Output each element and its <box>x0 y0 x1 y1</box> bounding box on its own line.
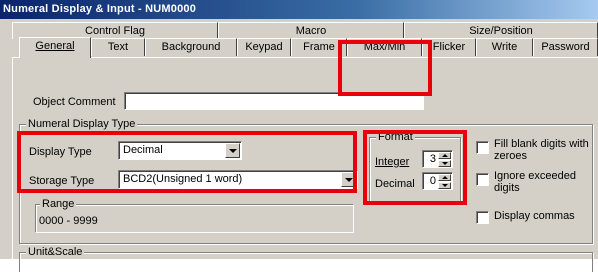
general-tab-page: Object Comment Numeral Display Type Disp… <box>12 57 598 272</box>
display-type-label: Display Type <box>29 146 92 158</box>
unit-scale-group: Unit&Scale <box>19 246 593 272</box>
tab-size-position[interactable]: Size/Position <box>404 22 598 39</box>
tab-write[interactable]: Write <box>476 38 533 56</box>
integer-stepper[interactable]: 3 <box>422 150 453 168</box>
decimal-stepper[interactable]: 0 <box>422 172 453 190</box>
integer-label: Integer <box>375 156 410 168</box>
object-comment-input[interactable] <box>124 92 424 110</box>
display-commas-label: Display commas <box>494 210 575 222</box>
spin-up-icon[interactable] <box>438 152 451 159</box>
object-comment-label: Object Comment <box>33 96 116 108</box>
tab-max-min[interactable]: Max/Min <box>347 38 422 56</box>
chevron-down-icon[interactable] <box>341 172 356 187</box>
range-value: 0000 - 9999 <box>39 215 98 227</box>
range-title: Range <box>40 198 77 210</box>
tab-general[interactable]: General <box>19 37 91 58</box>
fill-blank-label: Fill blank digits with zeroes <box>494 138 589 162</box>
tab-row-bottom: General Text Background Keypad Frame Max… <box>12 37 598 58</box>
tab-flicker[interactable]: Flicker <box>422 38 476 56</box>
spin-down-icon[interactable] <box>438 160 451 167</box>
chevron-down-icon[interactable] <box>225 143 240 158</box>
tab-password[interactable]: Password <box>533 38 598 56</box>
window-title: Numeral Display & Input - NUM0000 <box>0 0 598 19</box>
spin-down-icon[interactable] <box>438 182 451 189</box>
storage-type-label: Storage Type <box>29 175 95 187</box>
storage-type-select[interactable]: BCD2(Unsigned 1 word) <box>118 170 358 189</box>
fill-blank-checkbox[interactable] <box>476 141 489 154</box>
tab-text[interactable]: Text <box>91 38 145 56</box>
tab-macro[interactable]: Macro <box>218 22 404 39</box>
unit-scale-title: Unit&Scale <box>26 246 85 258</box>
format-group: Format <box>369 131 461 203</box>
tab-keypad[interactable]: Keypad <box>237 38 291 56</box>
tab-frame[interactable]: Frame <box>291 38 347 56</box>
tab-background[interactable]: Background <box>145 38 237 56</box>
display-type-select[interactable]: Decimal <box>118 141 242 160</box>
numeral-display-type-title: Numeral Display Type <box>26 118 138 130</box>
spin-up-icon[interactable] <box>438 174 451 181</box>
ignore-exceeded-checkbox[interactable] <box>476 173 489 186</box>
ignore-exceeded-label: Ignore exceeded digits <box>494 170 576 194</box>
format-title: Format <box>376 131 415 143</box>
display-commas-checkbox[interactable] <box>476 211 489 224</box>
decimal-label: Decimal <box>375 178 415 190</box>
